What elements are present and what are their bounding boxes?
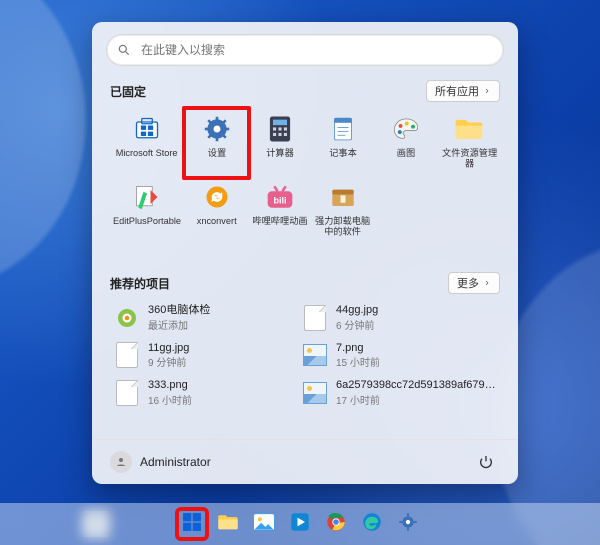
msstore-icon <box>132 114 162 144</box>
pinned-app-label: 记事本 <box>329 148 357 158</box>
taskbar-settings-button[interactable] <box>393 509 423 539</box>
start-footer: Administrator <box>92 439 518 484</box>
taskbar-photos-button[interactable] <box>249 509 279 539</box>
file-icon <box>302 380 328 406</box>
recommended-item-name: 360电脑体检 <box>148 304 210 317</box>
explorer-icon <box>217 513 239 536</box>
recommended-item-time: 6 分钟前 <box>336 317 378 332</box>
recommended-item-time: 16 小时前 <box>148 392 192 407</box>
file-icon <box>302 305 328 331</box>
pinned-app-label: 画图 <box>397 148 415 158</box>
pinned-app-uninstall[interactable]: 强力卸载电脑中的软件 <box>312 178 373 244</box>
recommended-item-time: 17 小时前 <box>336 392 496 407</box>
recommended-list: 360电脑体检最近添加 44gg.jpg6 分钟前 11gg.jpg9 分钟前 7.p… <box>110 302 500 409</box>
power-icon <box>478 454 494 470</box>
taskbar-movies-button[interactable] <box>285 509 315 539</box>
pinned-app-calc[interactable]: 计算器 <box>249 110 310 176</box>
recommended-item[interactable]: 360电脑体检最近添加 <box>110 302 286 334</box>
photos-icon <box>253 513 275 536</box>
taskbar <box>0 503 600 545</box>
taskbar-start-button[interactable] <box>177 509 207 539</box>
edge-icon <box>362 512 382 537</box>
settings-icon <box>202 114 232 144</box>
recommended-item-name: 333.png <box>148 379 192 392</box>
avatar-icon <box>110 451 132 473</box>
recommended-section: 推荐的项目 更多 360电脑体检最近添加 44gg.jpg6 分钟前 11gg.jp… <box>110 272 500 409</box>
pinned-app-editplus[interactable]: EditPlusPortable <box>110 178 184 244</box>
pinned-app-paint[interactable]: 画图 <box>376 110 437 176</box>
recommended-item-name: 6a2579398cc72d591389af679703f3... <box>336 379 496 392</box>
all-apps-label: 所有应用 <box>435 83 479 99</box>
svg-text:bili: bili <box>273 196 286 206</box>
pinned-app-explorer[interactable]: 文件资源管理器 <box>439 110 500 176</box>
bilibili-icon: bili <box>265 182 295 212</box>
more-label: 更多 <box>457 275 479 291</box>
start-icon <box>181 511 203 538</box>
more-button[interactable]: 更多 <box>448 272 500 294</box>
file-icon <box>114 305 140 331</box>
search-icon <box>117 43 131 57</box>
notepad-icon <box>328 114 358 144</box>
paint-icon <box>391 114 421 144</box>
recommended-item-time: 15 小时前 <box>336 354 380 369</box>
pinned-app-label: EditPlusPortable <box>113 216 181 226</box>
recommended-item[interactable]: 7.png15 小时前 <box>298 340 500 372</box>
pinned-grid: Microsoft Store 设置 计算器 记事本 画图 文件资源管理器 EditPlus… <box>110 110 500 244</box>
pinned-app-msstore[interactable]: Microsoft Store <box>110 110 184 176</box>
recommended-item-name: 11gg.jpg <box>148 342 189 355</box>
recommended-item-name: 44gg.jpg <box>336 304 378 317</box>
recommended-item-time: 最近添加 <box>148 317 210 332</box>
recommended-item[interactable]: 6a2579398cc72d591389af679703f3...17 小时前 <box>298 377 500 409</box>
taskbar-chrome-button[interactable] <box>321 509 351 539</box>
taskbar-explorer-button[interactable] <box>213 509 243 539</box>
chevron-right-icon <box>483 87 491 95</box>
recommended-item-time: 9 分钟前 <box>148 354 189 369</box>
editplus-icon <box>132 182 162 212</box>
pinned-section: 已固定 所有应用 Microsoft Store 设置 计算器 记事本 画图 文件资源管理… <box>110 80 500 244</box>
pinned-app-label: 强力卸载电脑中的软件 <box>315 217 371 237</box>
settings-icon <box>398 512 418 537</box>
taskbar-edge-button[interactable] <box>357 509 387 539</box>
pinned-app-label: Microsoft Store <box>116 148 178 158</box>
pinned-app-label: 设置 <box>207 148 225 158</box>
calc-icon <box>265 114 295 144</box>
pinned-app-label: 计算器 <box>266 148 294 158</box>
pinned-app-bilibili[interactable]: bili 哔哩哔哩动画 <box>249 178 310 244</box>
search-input[interactable] <box>139 34 493 66</box>
pinned-app-label: 哔哩哔哩动画 <box>252 216 307 226</box>
movies-icon <box>290 512 310 537</box>
pinned-app-label: xnconvert <box>197 216 237 226</box>
all-apps-button[interactable]: 所有应用 <box>426 80 500 102</box>
pinned-title: 已固定 <box>110 83 146 100</box>
pinned-app-label: 文件资源管理器 <box>441 149 497 169</box>
file-icon <box>302 342 328 368</box>
explorer-icon <box>454 114 484 144</box>
user-account-button[interactable]: Administrator <box>110 451 211 473</box>
pinned-app-settings[interactable]: 设置 <box>186 110 247 176</box>
file-icon <box>114 342 140 368</box>
recommended-item[interactable]: 11gg.jpg9 分钟前 <box>110 340 286 372</box>
chevron-right-icon <box>483 279 491 287</box>
recommended-item[interactable]: 333.png16 小时前 <box>110 377 286 409</box>
taskbar-center <box>177 509 423 539</box>
file-icon <box>114 380 140 406</box>
start-menu: 已固定 所有应用 Microsoft Store 设置 计算器 记事本 画图 文件资源管理… <box>92 22 518 484</box>
recommended-item[interactable]: 44gg.jpg6 分钟前 <box>298 302 500 334</box>
pinned-app-notepad[interactable]: 记事本 <box>312 110 373 176</box>
recommended-title: 推荐的项目 <box>110 275 170 292</box>
user-name: Administrator <box>140 455 211 469</box>
search-box[interactable] <box>106 34 504 66</box>
chrome-icon <box>326 512 346 537</box>
pinned-app-xnconvert[interactable]: xnconvert <box>186 178 247 244</box>
recommended-item-name: 7.png <box>336 342 380 355</box>
uninstall-icon <box>328 182 358 212</box>
power-button[interactable] <box>472 448 500 476</box>
xnconvert-icon <box>202 182 232 212</box>
